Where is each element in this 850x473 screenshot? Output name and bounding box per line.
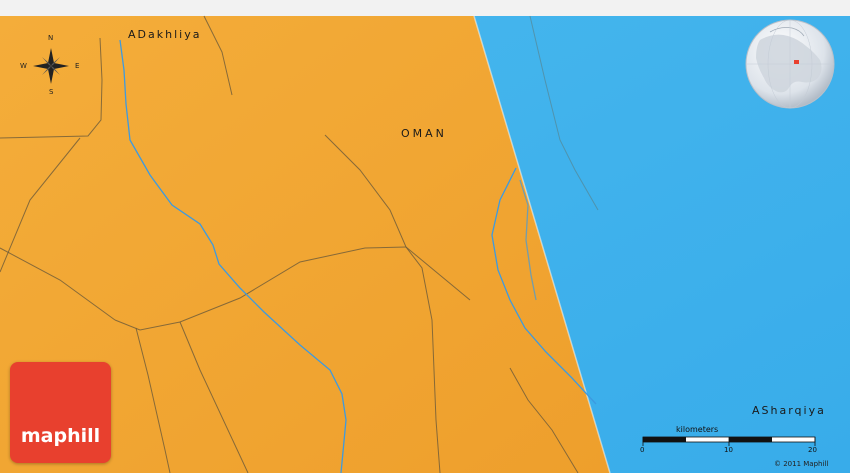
region-label-sharqiya: ASharqiya (752, 404, 826, 417)
compass-east-label: E (75, 62, 80, 70)
scale-tick-10: 10 (724, 446, 733, 454)
compass-west-label: W (20, 62, 27, 70)
scale-tick-20: 20 (808, 446, 817, 454)
copyright-text: © 2011 Maphill (774, 460, 829, 468)
logo-text: maphill (20, 425, 101, 447)
compass-south-label: S (49, 88, 54, 96)
scale-tick-0: 0 (640, 446, 645, 454)
location-marker (794, 60, 799, 64)
country-label: OMAN (401, 127, 447, 140)
map-canvas[interactable] (0, 0, 850, 473)
map-view[interactable]: ADakhliya OMAN ASharqiya N S E W maphill… (0, 0, 850, 473)
maphill-logo[interactable]: maphill (10, 362, 111, 463)
top-strip (0, 0, 850, 16)
scale-title: kilometers (676, 425, 719, 434)
compass-north-label: N (48, 34, 54, 42)
region-label-dakhliya: ADakhliya (128, 28, 202, 41)
locator-globe-icon (745, 19, 835, 109)
